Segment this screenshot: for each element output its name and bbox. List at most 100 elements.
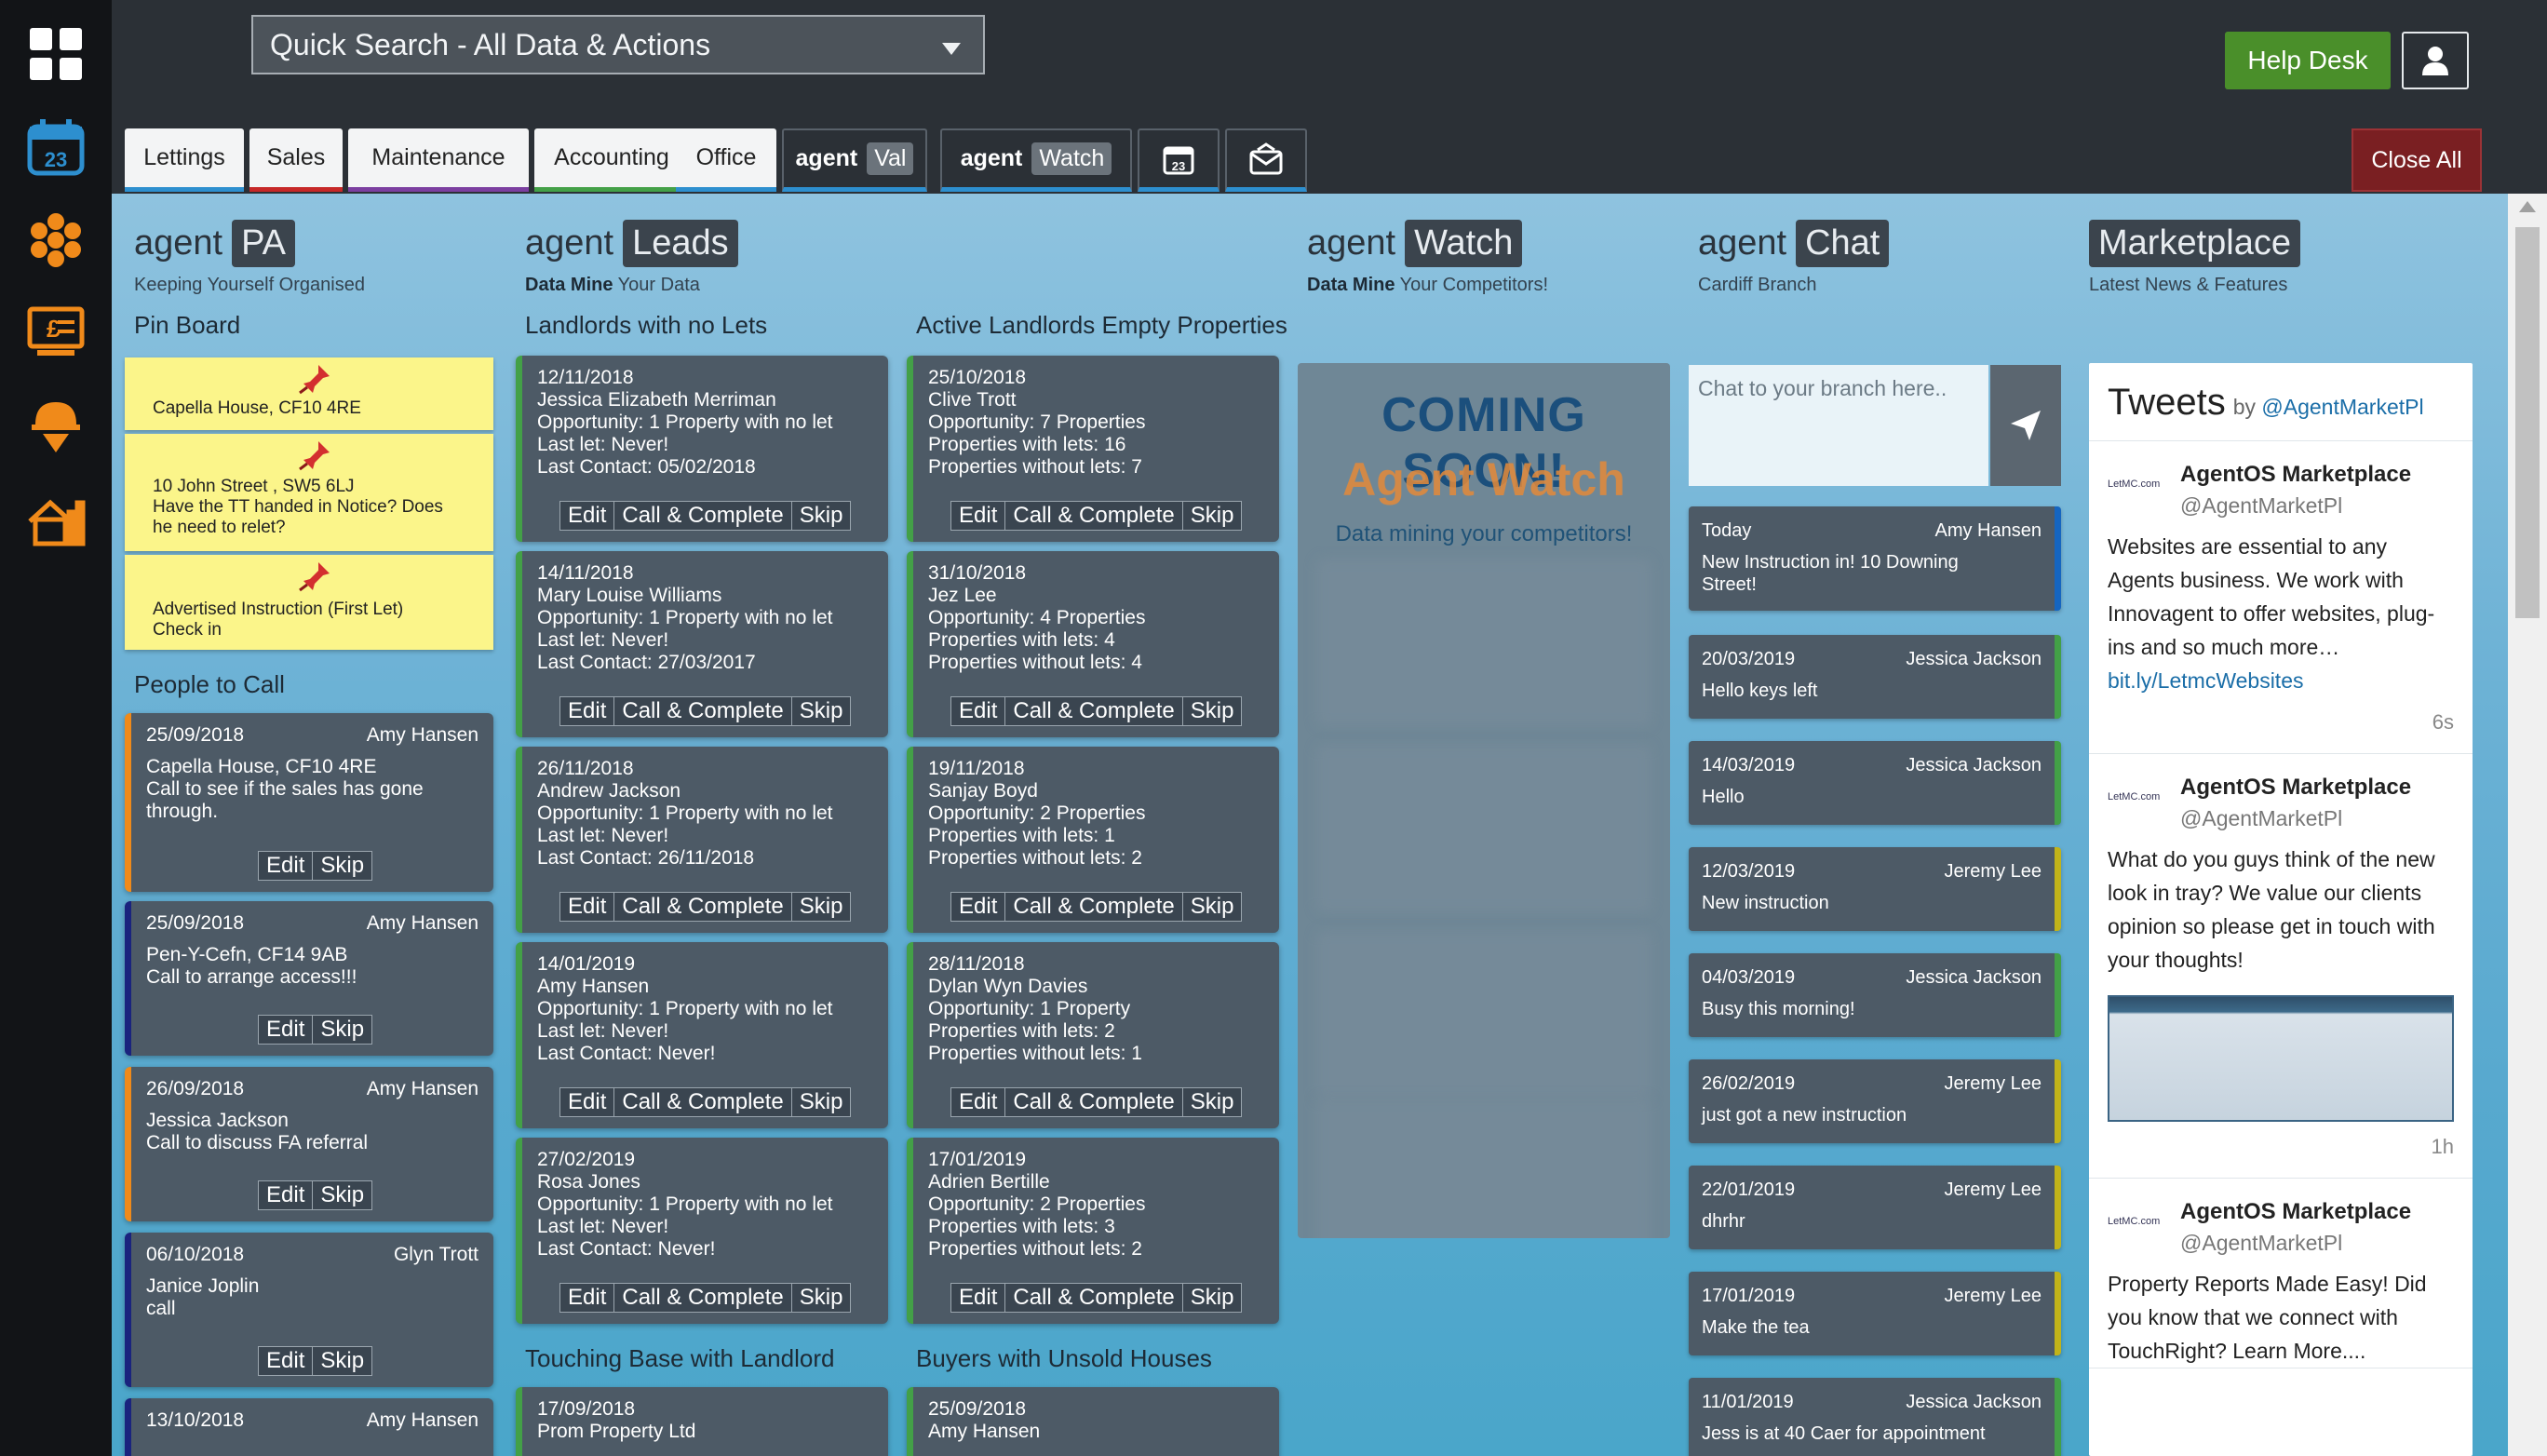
chat-message[interactable]: 20/03/2019 Jessica Jackson Hello keys lef…: [1689, 635, 2061, 719]
skip-button[interactable]: Skip: [790, 696, 852, 726]
chat-message[interactable]: 04/03/2019 Jessica Jackson Busy this morn…: [1689, 953, 2061, 1037]
edit-button[interactable]: Edit: [258, 1015, 314, 1045]
call-complete-button[interactable]: Call & Complete: [1004, 1087, 1183, 1117]
call-complete-button[interactable]: Call & Complete: [613, 1283, 792, 1313]
lead-card[interactable]: 12/11/2018 Jessica Elizabeth Merriman Op…: [516, 356, 888, 542]
scroll-up-icon[interactable]: [2519, 201, 2536, 212]
user-button[interactable]: [2402, 32, 2469, 89]
edit-button[interactable]: Edit: [559, 696, 615, 726]
call-task-card[interactable]: 13/10/2018 Amy Hansen: [125, 1398, 493, 1456]
edit-button[interactable]: Edit: [559, 1283, 615, 1313]
call-complete-button[interactable]: Call & Complete: [1004, 501, 1183, 531]
skip-button[interactable]: Skip: [312, 1015, 373, 1045]
close-all-button[interactable]: Close All: [2352, 128, 2482, 192]
skip-button[interactable]: Skip: [1181, 1087, 1243, 1117]
honeycomb-icon[interactable]: [22, 207, 89, 274]
pin-note[interactable]: Advertised Instruction (First Let) Check…: [125, 555, 493, 650]
calendar-icon[interactable]: 23: [22, 114, 89, 181]
lead-card[interactable]: 26/11/2018 Andrew Jackson Opportunity: 1…: [516, 747, 888, 933]
lead-with-lets: Properties with lets: 4: [928, 629, 1115, 651]
property-chart-icon[interactable]: [22, 486, 89, 553]
call-task-card[interactable]: 26/09/2018 Amy Hansen Jessica Jackson Cal…: [125, 1067, 493, 1221]
pin-note[interactable]: 10 John Street , SW5 6LJ Have the TT han…: [125, 434, 493, 551]
edit-button[interactable]: Edit: [950, 501, 1006, 531]
skip-button[interactable]: Skip: [790, 501, 852, 531]
lead-card[interactable]: 17/01/2019 Adrien Bertille Opportunity: …: [907, 1138, 1279, 1324]
page-scrollbar[interactable]: [2508, 194, 2547, 1456]
call-complete-button[interactable]: Call & Complete: [613, 1087, 792, 1117]
tweet-link[interactable]: bit.ly/LetmcWebsites: [2108, 668, 2303, 693]
tweet[interactable]: LetMC.com AgentOS Marketplace @AgentMark…: [2089, 441, 2473, 754]
skip-button[interactable]: Skip: [1181, 501, 1243, 531]
tab-agent-watch[interactable]: agent Watch: [940, 128, 1132, 192]
finance-board-icon[interactable]: £: [22, 300, 89, 367]
chat-message[interactable]: 14/03/2019 Jessica Jackson Hello: [1689, 741, 2061, 825]
edit-button[interactable]: Edit: [950, 1087, 1006, 1117]
call-task-card[interactable]: 06/10/2018 Glyn Trott Janice Joplin call …: [125, 1233, 493, 1387]
skip-button[interactable]: Skip: [790, 1283, 852, 1313]
scrollbar-thumb[interactable]: [2515, 227, 2540, 618]
tab-accounting[interactable]: Accounting: [534, 128, 689, 192]
edit-button[interactable]: Edit: [559, 1087, 615, 1117]
chat-message[interactable]: 17/01/2019 Jeremy Lee Make the tea: [1689, 1272, 2061, 1355]
tab-lettings[interactable]: Lettings: [125, 128, 244, 192]
tab-sales[interactable]: Sales: [249, 128, 343, 192]
tweet[interactable]: LetMC.com AgentOS Marketplace @AgentMark…: [2089, 1179, 2473, 1368]
lead-card[interactable]: 28/11/2018 Dylan Wyn Davies Opportunity:…: [907, 942, 1279, 1128]
lead-card[interactable]: 27/02/2019 Rosa Jones Opportunity: 1 Pro…: [516, 1138, 888, 1324]
worker-helmet-icon[interactable]: [22, 393, 89, 460]
skip-button[interactable]: Skip: [790, 892, 852, 922]
help-desk-button[interactable]: Help Desk: [2225, 32, 2391, 89]
tab-office[interactable]: Office: [676, 128, 776, 192]
pin-note[interactable]: Capella House, CF10 4RE: [125, 357, 493, 430]
no-lets-title: Landlords with no Lets: [525, 311, 768, 339]
send-button[interactable]: [1990, 365, 2061, 486]
call-complete-button[interactable]: Call & Complete: [1004, 892, 1183, 922]
skip-button[interactable]: Skip: [1181, 696, 1243, 726]
lead-card[interactable]: 14/01/2019 Amy Hansen Opportunity: 1 Pro…: [516, 942, 888, 1128]
call-complete-button[interactable]: Call & Complete: [613, 696, 792, 726]
skip-button[interactable]: Skip: [312, 851, 373, 881]
chevron-down-icon[interactable]: [942, 43, 961, 55]
edit-button[interactable]: Edit: [559, 892, 615, 922]
quick-search-select[interactable]: Quick Search - All Data & Actions: [251, 15, 985, 74]
call-complete-button[interactable]: Call & Complete: [1004, 696, 1183, 726]
edit-button[interactable]: Edit: [950, 1283, 1006, 1313]
skip-button[interactable]: Skip: [312, 1180, 373, 1210]
lead-card[interactable]: 14/11/2018 Mary Louise Williams Opportun…: [516, 551, 888, 737]
call-complete-button[interactable]: Call & Complete: [613, 501, 792, 531]
tab-inbox[interactable]: [1225, 128, 1307, 192]
call-complete-button[interactable]: Call & Complete: [1004, 1283, 1183, 1313]
tab-maintenance[interactable]: Maintenance: [348, 128, 529, 192]
chat-message[interactable]: Today Amy Hansen New Instruction in! 10 D…: [1689, 506, 2061, 611]
chat-input[interactable]: Chat to your branch here..: [1689, 365, 1988, 486]
edit-button[interactable]: Edit: [950, 696, 1006, 726]
skip-button[interactable]: Skip: [1181, 1283, 1243, 1313]
call-task-card[interactable]: 25/09/2018 Amy Hansen Pen-Y-Cefn, CF14 9A…: [125, 901, 493, 1056]
chat-message[interactable]: 22/01/2019 Jeremy Lee dhrhr: [1689, 1166, 2061, 1249]
chat-message[interactable]: 11/01/2019 Jessica Jackson Jess is at 40 …: [1689, 1378, 2061, 1456]
edit-button[interactable]: Edit: [950, 892, 1006, 922]
chat-message[interactable]: 12/03/2019 Jeremy Lee New instruction: [1689, 847, 2061, 931]
lead-card[interactable]: 31/10/2018 Jez Lee Opportunity: 4 Proper…: [907, 551, 1279, 737]
lead-card[interactable]: 17/09/2018 Prom Property Ltd: [516, 1387, 888, 1456]
edit-button[interactable]: Edit: [559, 501, 615, 531]
edit-button[interactable]: Edit: [258, 1346, 314, 1376]
edit-button[interactable]: Edit: [258, 1180, 314, 1210]
skip-button[interactable]: Skip: [1181, 892, 1243, 922]
edit-button[interactable]: Edit: [258, 851, 314, 881]
call-complete-button[interactable]: Call & Complete: [613, 892, 792, 922]
lead-card[interactable]: 25/10/2018 Clive Trott Opportunity: 7 Pr…: [907, 356, 1279, 542]
dashboard-grid-icon[interactable]: [22, 20, 89, 88]
skip-button[interactable]: Skip: [790, 1087, 852, 1117]
call-task-card[interactable]: 25/09/2018 Amy Hansen Capella House, CF10…: [125, 713, 493, 892]
tab-agent-val[interactable]: agent Val: [782, 128, 927, 192]
skip-button[interactable]: Skip: [312, 1346, 373, 1376]
tweet-image[interactable]: [2108, 995, 2454, 1122]
lead-card[interactable]: 19/11/2018 Sanjay Boyd Opportunity: 2 Pr…: [907, 747, 1279, 933]
lead-card[interactable]: 25/09/2018 Amy Hansen: [907, 1387, 1279, 1456]
tab-calendar[interactable]: 23: [1138, 128, 1220, 192]
tweet[interactable]: LetMC.com AgentOS Marketplace @AgentMark…: [2089, 754, 2473, 1179]
chat-message[interactable]: 26/02/2019 Jeremy Lee just got a new inst…: [1689, 1059, 2061, 1143]
tweets-handle-link[interactable]: @AgentMarketPl: [2261, 395, 2423, 419]
